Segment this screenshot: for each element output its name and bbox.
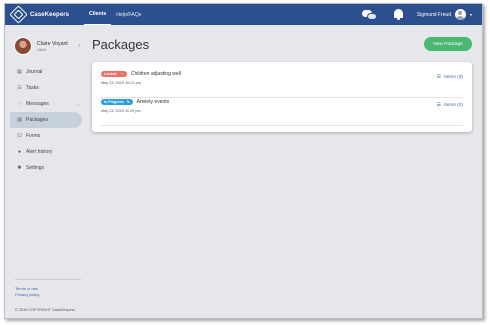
messages-icon: ◌ bbox=[18, 101, 21, 107]
list-icon: ☰ bbox=[436, 102, 442, 108]
sidebar-item-messages[interactable]: ◌ Messages › bbox=[5, 96, 83, 112]
package-row[interactable]: In Progress ✎ Anxiety events May 23, 201… bbox=[101, 99, 463, 126]
sidebar-item-alert-history[interactable]: ● Alert history bbox=[5, 144, 83, 160]
logo-icon bbox=[9, 5, 28, 24]
sidebar-menu: ▤ Journal ☷ Tasks ◌ Messages › ▤ Package… bbox=[5, 64, 83, 176]
sidebar-item-label: Journal bbox=[26, 69, 43, 75]
package-date: May 23, 2019 11:19 pm bbox=[101, 109, 141, 113]
settings-icon: ✱ bbox=[17, 165, 22, 171]
items-link[interactable]: ☰ Items (3) bbox=[437, 74, 463, 80]
client-profile[interactable]: Claire Voyant Client › bbox=[5, 25, 83, 59]
alert-icon: ● bbox=[17, 149, 22, 155]
divider bbox=[15, 279, 81, 280]
sidebar-footer: Terms of use Privacy policy © 2019 COPYR… bbox=[15, 279, 81, 312]
status-badge: Locked 🔒 bbox=[101, 71, 127, 77]
sidebar-item-tasks[interactable]: ☷ Tasks bbox=[5, 80, 83, 96]
items-link[interactable]: ☰ Items (2) bbox=[437, 102, 463, 108]
top-navbar: CaseKeepers Clients Help/FAQs Sigmund Fr… bbox=[5, 4, 482, 25]
chevron-right-icon: › bbox=[77, 101, 79, 107]
list-icon: ☰ bbox=[436, 74, 442, 80]
pencil-icon: ✎ bbox=[126, 100, 130, 104]
sidebar-item-journal[interactable]: ▤ Journal bbox=[5, 64, 83, 80]
client-role: Client bbox=[37, 47, 47, 52]
sidebar-item-settings[interactable]: ✱ Settings bbox=[5, 160, 83, 176]
client-name: Claire Voyant bbox=[37, 40, 68, 47]
user-name[interactable]: Sigmund Freud bbox=[417, 12, 451, 18]
forms-icon: ☑ bbox=[17, 133, 22, 139]
bell-icon[interactable] bbox=[393, 9, 403, 20]
sidebar-item-label: Packages bbox=[26, 117, 48, 123]
chevron-right-icon[interactable]: › bbox=[78, 43, 80, 49]
main-nav: Clients Help/FAQs bbox=[84, 4, 146, 25]
sidebar-item-forms[interactable]: ☑ Forms bbox=[5, 128, 83, 144]
main-content: Packages New Package Locked 🔒 Children a… bbox=[83, 25, 482, 318]
logo[interactable]: CaseKeepers bbox=[9, 5, 76, 24]
privacy-link[interactable]: Privacy policy bbox=[15, 292, 81, 298]
packages-icon: ▤ bbox=[17, 117, 22, 123]
nav-clients[interactable]: Clients bbox=[84, 4, 112, 25]
sidebar-item-label: Forms bbox=[26, 133, 41, 139]
sidebar-item-label: Tasks bbox=[26, 85, 39, 91]
packages-card: Locked 🔒 Children adjusting well May 23,… bbox=[92, 62, 472, 132]
sidebar-item-label: Settings bbox=[26, 165, 45, 171]
nav-help-faqs[interactable]: Help/FAQs bbox=[111, 4, 146, 25]
page-title: Packages bbox=[92, 37, 150, 52]
package-title[interactable]: Children adjusting well bbox=[131, 71, 181, 77]
package-title[interactable]: Anxiety events bbox=[137, 99, 170, 105]
header-actions: Sigmund Freud ▾ bbox=[361, 4, 472, 25]
journal-icon: ▤ bbox=[17, 69, 22, 75]
lock-icon: 🔒 bbox=[119, 72, 124, 76]
status-badge: In Progress ✎ bbox=[101, 99, 133, 105]
tasks-icon: ☷ bbox=[17, 85, 22, 91]
sidebar-item-label: Alert history bbox=[26, 149, 53, 155]
app-window: CaseKeepers Clients Help/FAQs Sigmund Fr… bbox=[4, 3, 483, 319]
chevron-down-icon[interactable]: ▾ bbox=[470, 12, 472, 17]
client-avatar bbox=[14, 37, 32, 55]
copyright-text: © 2019 COPYRIGHT CaseKeepers bbox=[15, 308, 75, 312]
sidebar: Claire Voyant Client › ▤ Journal ☷ Tasks… bbox=[5, 25, 83, 318]
package-row[interactable]: Locked 🔒 Children adjusting well May 23,… bbox=[101, 71, 463, 98]
logo-text: CaseKeepers bbox=[30, 11, 70, 18]
sidebar-item-packages[interactable]: ▤ Packages bbox=[10, 112, 82, 128]
chat-icon[interactable] bbox=[361, 9, 380, 21]
sidebar-item-label: Messages bbox=[26, 101, 49, 107]
package-date: May 23, 2019 10:22 pm bbox=[101, 81, 141, 85]
user-avatar-icon[interactable] bbox=[454, 9, 466, 20]
new-package-button[interactable]: New Package bbox=[424, 37, 472, 51]
